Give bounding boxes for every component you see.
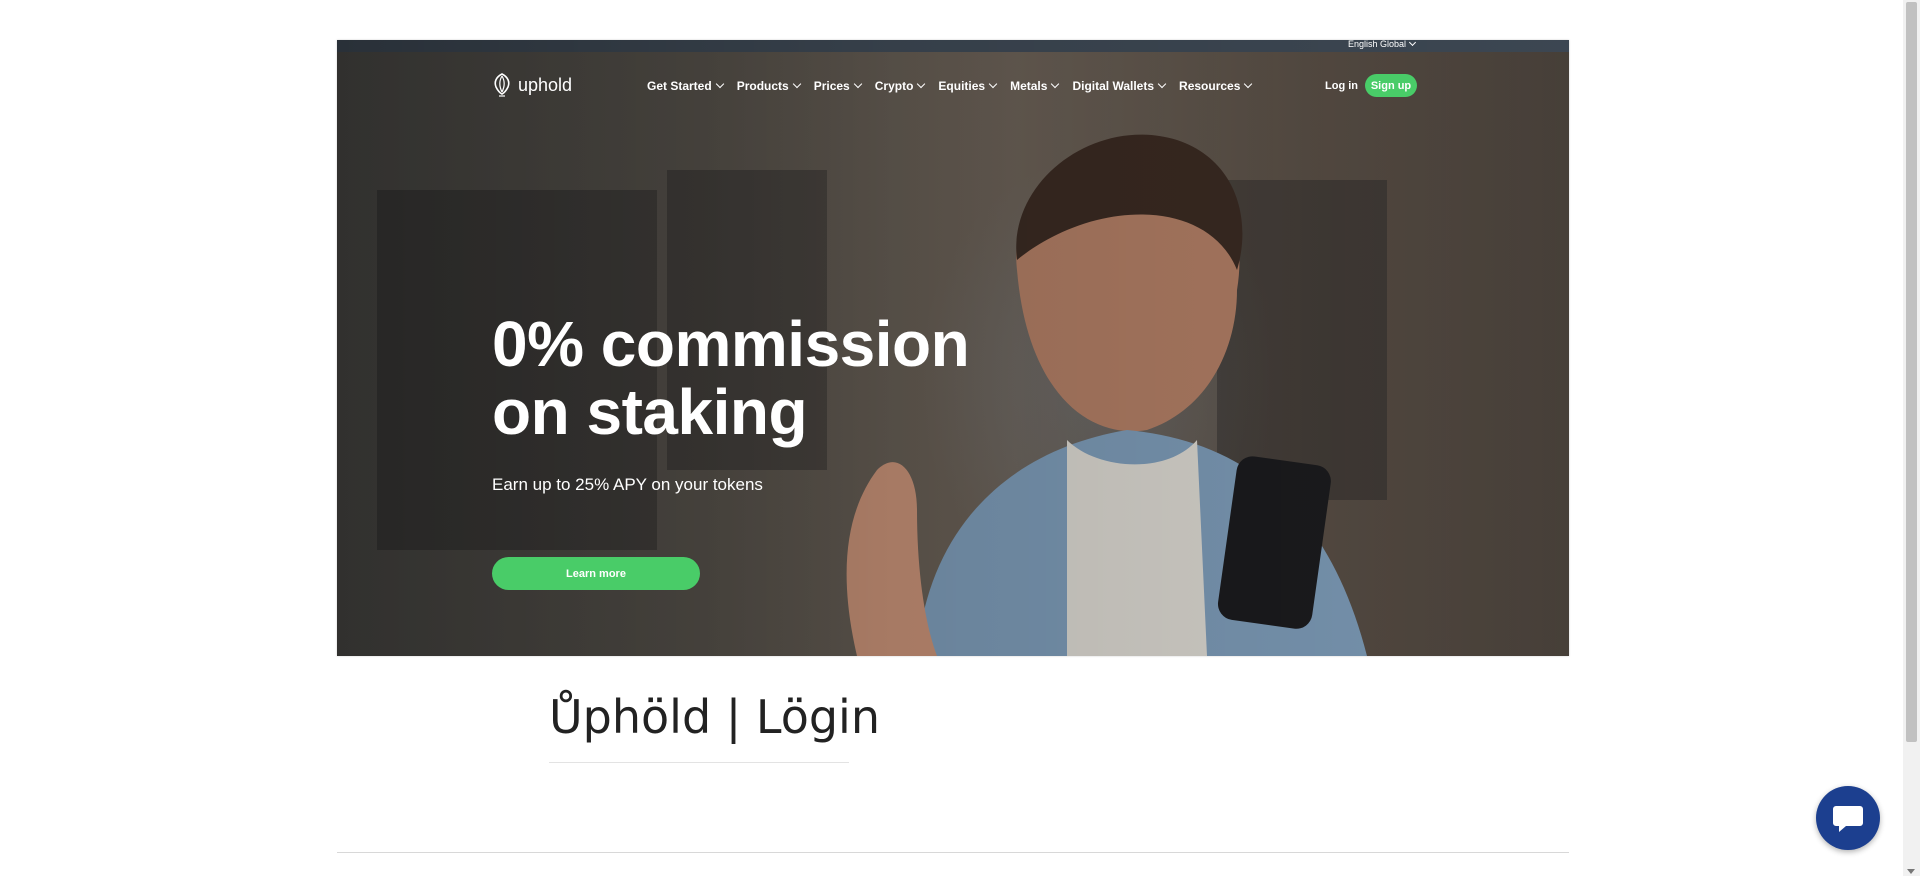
main-nav: Get Started Products Prices Crypto Equit…	[647, 79, 1265, 93]
nav-prices[interactable]: Prices	[813, 79, 862, 93]
chevron-down-icon	[1157, 79, 1167, 89]
page-scrollbar[interactable]	[1903, 0, 1920, 876]
page-title: Ůphöld | Lögin	[549, 690, 880, 744]
nav-label: Metals	[1010, 79, 1048, 93]
nav-label: Get Started	[647, 79, 712, 93]
hero-subheadline: Earn up to 25% APY on your tokens	[492, 475, 763, 494]
nav-equities[interactable]: Equities	[938, 79, 998, 93]
scrollbar-thumb[interactable]	[1906, 2, 1917, 742]
hero-banner: English Global uphold Get Started Produc…	[337, 40, 1569, 656]
chevron-down-icon	[792, 79, 801, 89]
nav-label: Prices	[813, 79, 850, 93]
chat-button[interactable]	[1816, 786, 1880, 850]
scroll-down-arrow-icon[interactable]	[1907, 869, 1915, 874]
chevron-down-icon	[988, 79, 998, 89]
chevron-down-icon	[853, 79, 862, 89]
nav-label: Equities	[938, 79, 986, 93]
chevron-down-icon	[1244, 79, 1253, 89]
hero-headline: 0% commission on staking	[492, 308, 970, 448]
signup-button[interactable]: Sign up	[1365, 74, 1417, 97]
chevron-down-icon	[1409, 40, 1417, 46]
uphold-logo[interactable]: uphold	[492, 72, 572, 98]
nav-label: Products	[736, 79, 789, 93]
nav-label: Digital Wallets	[1072, 79, 1155, 93]
title-divider	[549, 762, 849, 763]
nav-resources[interactable]: Resources	[1179, 79, 1253, 93]
chat-bubble-icon	[1833, 806, 1863, 832]
nav-crypto[interactable]: Crypto	[874, 79, 926, 93]
language-label: English Global	[1348, 40, 1407, 49]
nav-get-started[interactable]: Get Started	[647, 79, 724, 93]
nav-metals[interactable]: Metals	[1010, 79, 1060, 93]
section-divider	[337, 852, 1569, 853]
nav-label: Crypto	[874, 79, 914, 93]
nav-products[interactable]: Products	[736, 79, 801, 93]
chevron-down-icon	[1051, 79, 1060, 89]
nav-label: Resources	[1179, 79, 1241, 93]
headline-line-1: 0% commission	[492, 308, 970, 380]
chevron-down-icon	[715, 79, 724, 89]
login-link[interactable]: Log in	[1325, 80, 1358, 92]
logo-text: uphold	[518, 74, 573, 95]
nav-digital-wallets[interactable]: Digital Wallets	[1072, 79, 1167, 93]
language-selector[interactable]: English Global	[1348, 40, 1417, 49]
chevron-down-icon	[917, 79, 926, 89]
learn-more-button[interactable]: Learn more	[492, 557, 700, 590]
headline-line-2: on staking	[492, 376, 808, 448]
uphold-logo-icon	[494, 73, 510, 97]
